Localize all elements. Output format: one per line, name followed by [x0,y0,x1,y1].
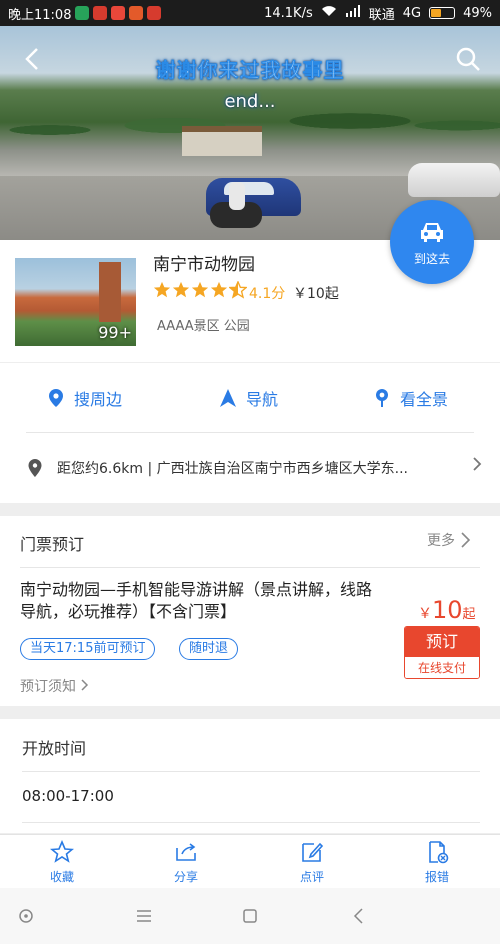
carrier-name: 联通 [368,7,395,23]
hero-rider [229,182,245,210]
star-full-icon [153,281,171,298]
booking-notice-label: 预订须知 [20,679,76,695]
navigation-label: 导航 [246,390,279,409]
notification-app-icon [93,6,108,20]
network-type: 4G [402,5,422,21]
car-icon [421,223,443,242]
favorite-label: 收藏 [49,870,74,884]
notification-app-icon [75,6,90,20]
battery-percent: 49% [463,5,492,21]
review-label: 点评 [299,870,324,884]
signal-icon [345,5,361,21]
battery-icon [429,7,456,19]
divider [26,432,474,433]
go-there-button[interactable]: 到这去 [390,200,474,284]
hero-gate [182,126,262,156]
go-there-label: 到这去 [413,252,450,266]
more-tickets-link[interactable]: 更多 [427,530,471,550]
share-label: 分享 [173,870,198,884]
panorama-label: 看全景 [400,390,449,409]
booking-notice-link[interactable]: 预订须知 [20,676,90,696]
address-pin-icon [28,459,42,477]
search-button[interactable] [453,44,483,74]
refund-anytime-tag: 随时退 [179,638,239,660]
menu-icon[interactable] [134,906,154,926]
report-error-button[interactable]: 报错 [407,840,467,885]
hero-caption-line1: 谢谢你来过我故事里 [155,58,345,83]
network-speed: 14.1K/s [264,5,313,21]
notification-app-icon [111,6,126,20]
panorama-button[interactable]: 看全景 [372,384,448,412]
more-label: 更多 [427,533,455,549]
rating-score: 4.1分 [249,286,286,302]
review-button[interactable]: 点评 [282,840,342,885]
edit-icon [302,842,324,862]
navigation-button[interactable]: 导航 [218,384,278,412]
report-error-label: 报错 [424,870,449,884]
price-currency: ￥ [418,606,432,622]
hero-white-car [408,163,500,197]
battery-level [431,9,442,17]
search-icon [456,47,480,71]
wifi-icon [321,5,337,21]
hours-section-title: 开放时间 [22,739,87,758]
price-from: ￥10起 [293,286,339,302]
book-button[interactable]: 预订 在线支付 [404,626,480,679]
place-tags: AAAA景区 公园 [157,319,250,334]
search-nearby-button[interactable]: 搜周边 [46,384,122,412]
assistant-icon[interactable] [16,906,36,926]
star-half-icon [229,281,247,299]
panorama-pin-icon [376,389,388,407]
location-pin-icon [49,389,63,407]
ticket-section-title: 门票预订 [20,535,85,554]
ticket-price: ￥10起 [418,596,476,624]
online-pay-label: 在线支付 [405,657,479,678]
share-icon [176,843,196,861]
star-full-icon [172,281,190,298]
divider [22,822,480,823]
home-icon[interactable] [240,906,260,926]
photo-count: 99+ [98,323,132,342]
place-photo-thumbnail[interactable]: 99+ [15,258,136,346]
report-icon [429,841,449,864]
chevron-right-icon [461,532,471,548]
hero-caption-line2: end... [224,91,276,112]
chevron-right-icon [81,679,89,691]
search-nearby-label: 搜周边 [74,390,123,409]
back-nav-icon[interactable] [349,906,369,926]
rating-stars [153,281,247,299]
ticket-item-name[interactable]: 南宁动物园—手机智能导游讲解（景点讲解，线路导航，必玩推荐）【不含门票】 [20,579,380,623]
booking-deadline-tag: 当天17:15前可预订 [20,638,156,660]
place-name: 南宁市动物园 [153,255,255,275]
star-full-icon [191,281,209,298]
notification-app-icon [129,6,144,20]
price-suffix: 起 [462,607,476,622]
notification-app-icon [147,6,162,20]
thumbnail-tower [99,262,121,322]
price-value: 10 [432,596,463,624]
status-bar: 晚上11:08 14.1K/s 联通 4G 49% [0,0,500,26]
address-text: 距您约6.6km | 广西壮族自治区南宁市西乡塘区大学东... [57,461,408,477]
chevron-right-icon [471,456,483,476]
star-icon [50,840,74,863]
divider [22,771,480,772]
favorite-button[interactable]: 收藏 [32,840,92,885]
hours-value: 08:00-17:00 [22,787,114,805]
back-button[interactable] [18,44,48,74]
back-arrow-icon [25,48,38,70]
book-label: 预订 [405,627,479,657]
navigation-arrow-icon [220,389,236,407]
star-full-icon [210,281,228,298]
divider [20,567,480,568]
status-time: 晚上11:08 [8,7,72,23]
share-button[interactable]: 分享 [156,840,216,885]
